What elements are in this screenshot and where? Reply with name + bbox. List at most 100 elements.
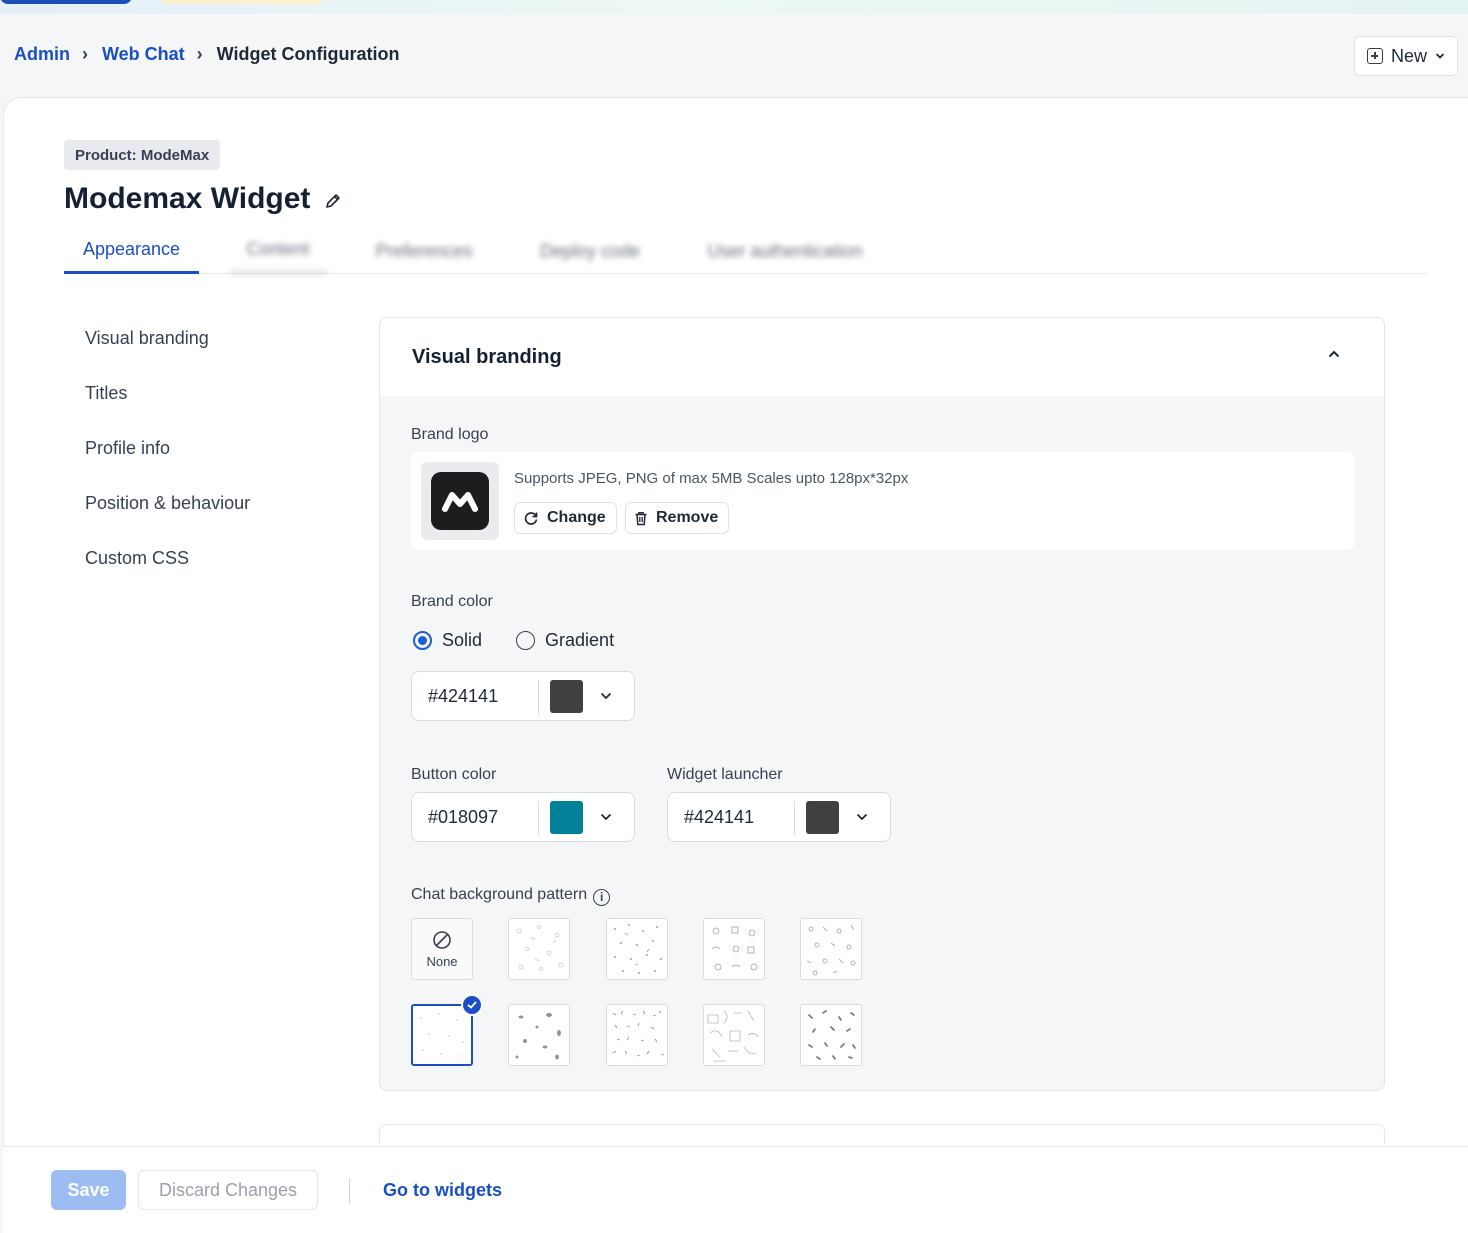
breadcrumb-current: Widget Configuration — [216, 44, 400, 64]
divider — [794, 801, 795, 835]
product-badge: Product: ModeMax — [64, 140, 221, 170]
breadcrumb-admin[interactable]: Admin — [14, 44, 70, 65]
divider — [538, 801, 539, 835]
sidenav-item-titles[interactable]: Titles — [85, 375, 250, 430]
tab-preferences[interactable]: Preferences — [364, 228, 484, 274]
chevron-right-icon: › — [82, 44, 88, 64]
pattern-option[interactable] — [800, 1004, 862, 1066]
widget-launcher-hex[interactable]: #424141 — [684, 807, 754, 828]
tab-user-authentication[interactable]: User authentication — [696, 228, 874, 274]
widget-launcher-field[interactable]: #424141 — [667, 792, 891, 842]
sidenav-item-position-behaviour[interactable]: Position & behaviour — [85, 485, 250, 540]
ban-icon — [433, 930, 451, 949]
brand-logo-thumbnail — [421, 462, 499, 540]
radio-gradient[interactable] — [516, 631, 536, 650]
pattern-option[interactable] — [800, 918, 862, 980]
brand-logo-box: Supports JPEG, PNG of max 5MB Scales upt… — [411, 452, 1355, 550]
divider — [349, 1178, 350, 1204]
chat-pattern-label-row: Chat background pattern i — [411, 886, 611, 906]
chat-pattern-label: Chat background pattern — [411, 886, 588, 903]
visual-branding-header[interactable]: Visual branding — [380, 318, 1384, 396]
tab-content[interactable]: Content — [229, 228, 327, 274]
modemax-logo — [431, 472, 489, 530]
next-section-card — [379, 1124, 1385, 1144]
new-button[interactable]: New — [1354, 36, 1458, 76]
top-tab-highlight — [160, 0, 324, 4]
save-button[interactable]: Save — [51, 1170, 126, 1210]
sidenav-item-custom-css[interactable]: Custom CSS — [85, 540, 250, 595]
pattern-preview — [707, 1010, 759, 1062]
brand-color-hex[interactable]: #424141 — [428, 686, 498, 707]
pattern-option[interactable] — [703, 1004, 765, 1066]
pattern-none[interactable]: None — [411, 918, 473, 980]
page-title: Modemax Widget — [64, 182, 342, 216]
chevron-down-icon[interactable] — [600, 812, 612, 822]
info-icon[interactable]: i — [593, 889, 611, 906]
pattern-option[interactable] — [606, 918, 668, 980]
pattern-option[interactable] — [606, 1004, 668, 1066]
pattern-preview — [711, 926, 758, 971]
sidenav-item-profile-info[interactable]: Profile info — [85, 430, 250, 485]
section-nav: Visual branding Titles Profile info Posi… — [85, 320, 250, 595]
button-color-swatch[interactable] — [550, 801, 583, 834]
visual-branding-card: Visual branding Brand logo Supports JPEG… — [379, 317, 1385, 1091]
refresh-icon — [524, 512, 538, 525]
check-icon — [461, 994, 483, 1016]
pattern-option[interactable] — [703, 918, 765, 980]
pattern-preview — [515, 1013, 561, 1060]
new-button-label: New — [1390, 45, 1427, 66]
footer-bar: Save Discard Changes Go to widgets — [3, 1146, 1468, 1233]
brand-color-label: Brand color — [411, 593, 493, 610]
remove-logo-button[interactable]: Remove — [625, 502, 730, 534]
radio-solid-label: Solid — [442, 630, 483, 650]
brand-color-swatch[interactable] — [550, 680, 583, 713]
top-tab-active — [0, 0, 132, 4]
pattern-preview — [420, 1013, 464, 1057]
breadcrumb-web-chat[interactable]: Web Chat — [102, 44, 185, 65]
change-logo-button[interactable]: Change — [514, 502, 617, 534]
button-color-field[interactable]: #018097 — [411, 792, 635, 842]
pattern-preview — [806, 924, 856, 976]
chevron-up-icon[interactable] — [1328, 348, 1340, 360]
button-color-label: Button color — [411, 766, 497, 783]
button-color-hex[interactable]: #018097 — [428, 807, 498, 828]
go-to-widgets-link[interactable]: Go to widgets — [383, 1180, 502, 1201]
tab-appearance[interactable]: Appearance — [64, 228, 199, 274]
radio-gradient-label: Gradient — [545, 630, 615, 650]
trash-icon — [635, 511, 647, 525]
tab-deploy-code[interactable]: Deploy code — [529, 228, 651, 274]
brand-color-field[interactable]: #424141 — [411, 671, 635, 721]
pattern-preview — [612, 1010, 665, 1057]
brand-logo-label: Brand logo — [411, 426, 489, 443]
chevron-down-icon[interactable] — [600, 691, 612, 701]
chevron-down-icon — [1435, 53, 1445, 59]
pattern-option-selected[interactable] — [411, 994, 483, 1066]
breadcrumb: Admin › Web Chat › Widget Configuration — [14, 44, 399, 65]
pattern-option[interactable] — [508, 918, 570, 980]
widget-launcher-swatch[interactable] — [806, 801, 839, 834]
modemax-logo-mark — [442, 492, 478, 512]
remove-logo-label: Remove — [656, 509, 719, 526]
visual-branding-title: Visual branding — [412, 345, 562, 368]
brand-logo-hint: Supports JPEG, PNG of max 5MB Scales upt… — [514, 470, 909, 487]
chevron-right-icon: › — [196, 44, 203, 64]
widget-title-text: Modemax Widget — [64, 182, 311, 215]
pencil-icon[interactable] — [324, 192, 342, 210]
divider — [538, 680, 539, 714]
sidenav-item-visual-branding[interactable]: Visual branding — [85, 320, 250, 375]
pattern-preview — [614, 924, 662, 974]
radio-solid[interactable] — [413, 631, 432, 650]
discard-changes-button[interactable]: Discard Changes — [138, 1170, 318, 1210]
chevron-down-icon[interactable] — [856, 812, 868, 822]
pattern-option[interactable] — [508, 1004, 570, 1066]
widget-launcher-label: Widget launcher — [667, 766, 783, 783]
change-logo-label: Change — [547, 509, 606, 526]
topbar: Admin › Web Chat › Widget Configuration … — [0, 14, 1468, 98]
plus-square-icon — [1366, 48, 1383, 64]
pattern-none-label: None — [426, 953, 458, 969]
brand-color-type: Solid Gradient — [413, 630, 614, 651]
tab-bar: Appearance Content Preferences Deploy co… — [64, 228, 1426, 274]
browser-top-strip — [0, 0, 1468, 14]
pattern-preview — [808, 1010, 856, 1060]
pattern-preview — [516, 925, 564, 971]
